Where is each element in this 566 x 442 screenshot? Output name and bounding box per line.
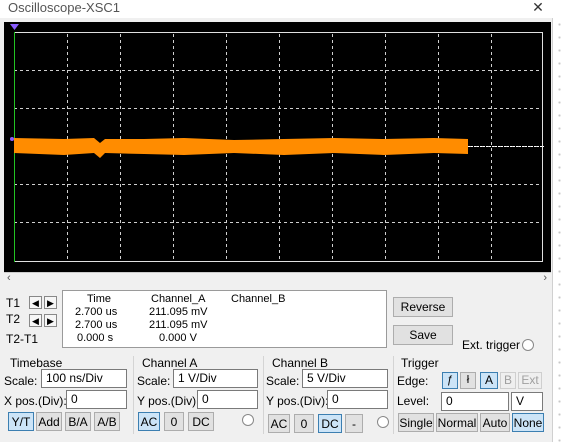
channel-b-title: Channel B	[272, 356, 329, 370]
cursor-t2-label: T2	[6, 312, 21, 326]
channel-b-terminal[interactable]	[377, 416, 389, 428]
channel-a-trace	[14, 138, 468, 158]
channel-b-dc-button[interactable]: DC	[318, 414, 342, 433]
timebase-scale-field[interactable]: 100 ns/Div	[41, 369, 127, 388]
reverse-button[interactable]: Reverse	[393, 297, 453, 317]
timebase-scale-label: Scale:	[4, 374, 38, 388]
cursor-t2t1-label: T2-T1	[6, 332, 39, 346]
readout-header-channel-b: Channel_B	[231, 293, 286, 305]
mode-yt-button[interactable]: Y/T	[8, 412, 34, 431]
channel-a-dc-button[interactable]: DC	[188, 412, 214, 431]
trigger-source-a-button[interactable]: A	[480, 372, 498, 389]
trigger-level-label: Level:	[397, 394, 430, 408]
channel-a-title: Channel A	[142, 356, 198, 370]
readout-t2-time: 2.700 us	[75, 319, 118, 331]
readout-delta-channel-a: 0.000 V	[159, 332, 197, 344]
t1-right-arrow-icon[interactable]: ▶	[44, 296, 57, 309]
channel-b-ypos-label: Y pos.(Div):	[266, 394, 329, 408]
rising-edge-icon[interactable]: ƒ	[442, 372, 458, 389]
channel-a-terminal[interactable]	[242, 414, 254, 426]
readout-header-channel-a: Channel_A	[151, 293, 206, 305]
t2-left-arrow-icon[interactable]: ◀	[29, 314, 42, 327]
trigger-source-b-button[interactable]: B	[500, 372, 516, 389]
ext-trigger-label: Ext. trigger	[462, 338, 521, 352]
trigger-title: Trigger	[401, 356, 439, 370]
scope-plot	[10, 24, 544, 262]
channel-b-zero-button[interactable]: 0	[294, 414, 314, 433]
mode-ba-button[interactable]: B/A	[65, 412, 91, 431]
scope-screen[interactable]	[4, 22, 551, 272]
trigger-auto-button[interactable]: Auto	[480, 413, 510, 432]
channel-b-ypos-field[interactable]: 0	[327, 390, 388, 409]
mode-add-button[interactable]: Add	[36, 412, 62, 431]
measurement-readout: Time Channel_A Channel_B 2.700 us 211.09…	[62, 290, 387, 348]
channel-b-invert-button[interactable]: -	[345, 414, 363, 433]
t2-right-arrow-icon[interactable]: ▶	[44, 314, 57, 327]
channel-a-scale-field[interactable]: 1 V/Div	[173, 369, 258, 388]
trigger-source-ext-button[interactable]: Ext	[518, 372, 542, 389]
channel-a-scale-label: Scale:	[137, 374, 171, 388]
channel-b-ac-button[interactable]: AC	[268, 414, 290, 433]
cursor-t1-label: T1	[6, 296, 21, 310]
window-title: Oscilloscope-XSC1	[8, 0, 120, 15]
timebase-xpos-field[interactable]: 0	[66, 390, 127, 409]
save-button[interactable]: Save	[393, 325, 453, 345]
trigger-single-button[interactable]: Single	[398, 413, 434, 432]
mode-ab-button[interactable]: A/B	[94, 412, 120, 431]
channel-a-ac-button[interactable]: AC	[138, 412, 160, 431]
background-grid-dots	[553, 18, 566, 442]
readout-delta-time: 0.000 s	[77, 332, 114, 344]
channel-a-zero-button[interactable]: 0	[164, 412, 184, 431]
divider	[393, 356, 394, 434]
scroll-right-icon[interactable]: ›	[543, 272, 547, 284]
divider	[263, 356, 264, 434]
falling-edge-icon[interactable]: ł	[460, 372, 476, 389]
trigger-level-unit[interactable]: V	[511, 392, 543, 411]
divider	[133, 356, 134, 434]
trigger-level-field[interactable]: 0	[441, 392, 509, 411]
channel-a-ypos-field[interactable]: 0	[197, 390, 258, 409]
t1-left-arrow-icon[interactable]: ◀	[29, 296, 42, 309]
trigger-edge-label: Edge:	[397, 374, 429, 388]
readout-t1-channel-a: 211.095 mV	[149, 306, 208, 318]
channel-a-ypos-label: Y pos.(Div):	[137, 394, 200, 408]
readout-header-time: Time	[87, 293, 112, 305]
timebase-title: Timebase	[10, 356, 63, 370]
timebase-xpos-label: X pos.(Div):	[4, 394, 67, 408]
ext-trigger-terminal[interactable]	[522, 339, 534, 351]
channel-marker-icon	[10, 137, 14, 141]
cursor-marker-icon[interactable]	[10, 24, 19, 30]
channel-b-scale-label: Scale:	[266, 374, 300, 388]
scroll-left-icon[interactable]: ‹	[7, 272, 11, 284]
trigger-none-button[interactable]: None	[512, 413, 544, 432]
channel-b-scale-field[interactable]: 5 V/Div	[302, 369, 388, 388]
trigger-normal-button[interactable]: Normal	[436, 413, 478, 432]
readout-t2-channel-a: 211.095 mV	[149, 319, 208, 331]
horizontal-scrollbar[interactable]: ‹ ›	[4, 272, 551, 287]
close-icon[interactable]: ✕	[528, 0, 548, 16]
readout-t1-time: 2.700 us	[75, 306, 118, 318]
